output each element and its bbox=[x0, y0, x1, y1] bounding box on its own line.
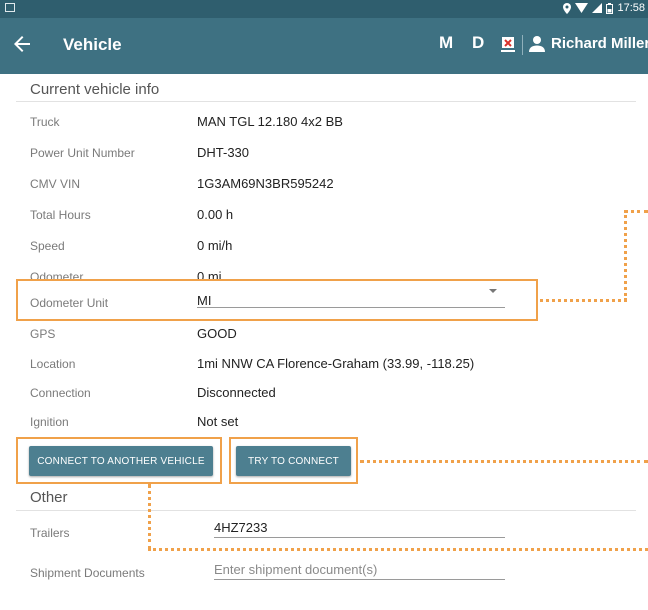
try-connect-highlight bbox=[229, 437, 358, 484]
location-icon bbox=[563, 2, 572, 14]
trailers-label: Trailers bbox=[30, 526, 70, 540]
shipment-documents-label: Shipment Documents bbox=[30, 566, 145, 580]
d-button[interactable]: D bbox=[472, 33, 484, 53]
callout-line bbox=[148, 484, 151, 550]
section-title-current-vehicle: Current vehicle info bbox=[30, 81, 160, 98]
status-bar: 17:58 bbox=[0, 0, 648, 18]
gps-value: GOOD bbox=[197, 326, 237, 341]
back-arrow-icon[interactable] bbox=[10, 32, 34, 56]
connect-another-highlight bbox=[16, 437, 222, 484]
eld-icon[interactable] bbox=[500, 36, 516, 54]
callout-line bbox=[148, 548, 648, 551]
signal-icon bbox=[592, 3, 603, 13]
shipment-documents-underline bbox=[214, 579, 505, 580]
callout-line bbox=[624, 210, 648, 213]
divider bbox=[522, 35, 523, 55]
wifi-icon bbox=[575, 3, 589, 13]
status-icons: 17:58 bbox=[563, 2, 645, 14]
app-bar: Vehicle M D Richard Miller bbox=[0, 18, 648, 74]
clock: 17:58 bbox=[617, 2, 645, 14]
trailers-input[interactable]: 4HZ7233 bbox=[214, 520, 267, 535]
user-name[interactable]: Richard Miller bbox=[551, 35, 648, 52]
trailers-underline bbox=[214, 537, 505, 538]
battery-icon bbox=[606, 2, 614, 14]
truck-value: MAN TGL 12.180 4x2 BB bbox=[197, 114, 343, 129]
location-label: Location bbox=[30, 357, 76, 371]
callout-line bbox=[624, 210, 627, 301]
page-title: Vehicle bbox=[63, 35, 122, 54]
callout-line bbox=[540, 299, 627, 302]
power-unit-value: DHT-330 bbox=[197, 145, 250, 160]
gps-label: GPS bbox=[30, 327, 56, 341]
m-button[interactable]: M bbox=[439, 33, 453, 53]
location-value: 1mi NNW CA Florence-Graham (33.99, -118.… bbox=[197, 356, 475, 371]
total-hours-label: Total Hours bbox=[30, 208, 91, 222]
speed-label: Speed bbox=[30, 239, 65, 253]
section-title-other: Other bbox=[30, 489, 68, 506]
shipment-documents-input[interactable]: Enter shipment document(s) bbox=[214, 562, 377, 577]
ignition-label: Ignition bbox=[30, 415, 69, 429]
cmv-vin-label: CMV VIN bbox=[30, 177, 81, 191]
connection-label: Connection bbox=[30, 386, 91, 400]
total-hours-value: 0.00 h bbox=[197, 207, 234, 222]
speed-value: 0 mi/h bbox=[197, 238, 233, 253]
cmv-vin-value: 1G3AM69N3BR595242 bbox=[197, 176, 334, 191]
truck-label: Truck bbox=[30, 115, 60, 129]
connection-value: Disconnected bbox=[197, 385, 276, 400]
odometer-unit-highlight bbox=[16, 279, 538, 321]
power-unit-label: Power Unit Number bbox=[30, 146, 135, 160]
divider bbox=[16, 510, 636, 511]
callout-line bbox=[360, 460, 648, 463]
person-icon[interactable] bbox=[528, 35, 546, 53]
image-icon bbox=[5, 3, 15, 12]
ignition-value: Not set bbox=[197, 414, 239, 429]
divider bbox=[16, 101, 636, 102]
